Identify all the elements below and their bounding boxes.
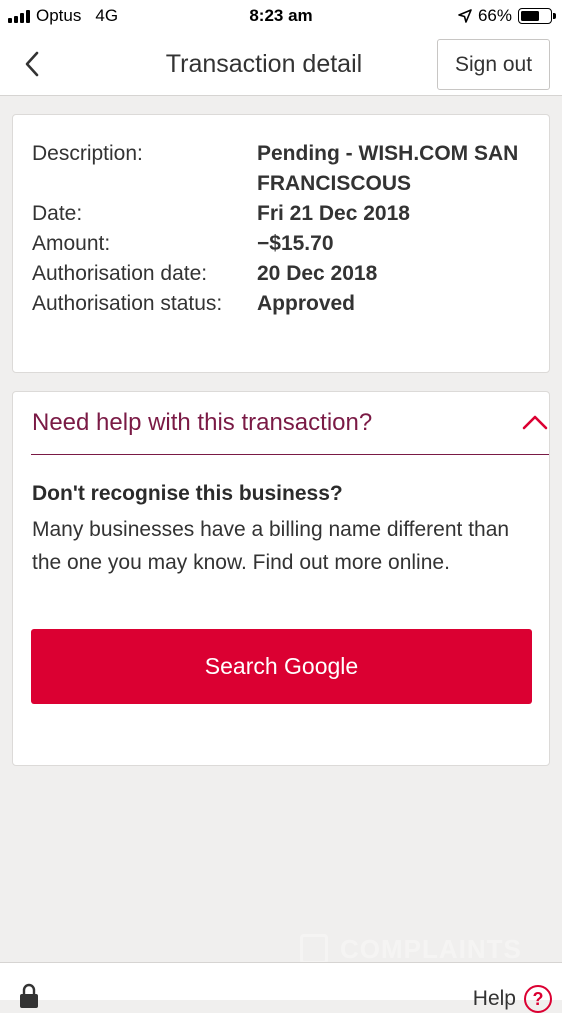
description-value: Pending - WISH.COM SAN FRANCISCOUS (257, 142, 519, 195)
battery-icon (518, 8, 556, 24)
help-card: Need help with this transaction? Don't r… (12, 391, 550, 766)
transaction-details-card: Description: Pending - WISH.COM SAN FRAN… (12, 114, 550, 373)
amount-value: −$15.70 (257, 232, 334, 255)
watermark-text: COMPLAINTS (340, 934, 522, 964)
auth-date-value: 20 Dec 2018 (257, 262, 378, 285)
nav-bar: Transaction detail Sign out (0, 32, 562, 96)
date-value: Fri 21 Dec 2018 (257, 202, 410, 225)
help-link[interactable]: Help ? (473, 985, 552, 1013)
description-label: Description: (32, 142, 143, 165)
status-right: 66% (458, 6, 556, 26)
sign-out-button[interactable]: Sign out (437, 39, 550, 90)
bottom-bar: Help ? (0, 962, 562, 1013)
chevron-up-icon[interactable] (521, 412, 549, 432)
location-arrow-icon (458, 9, 472, 23)
help-title: Need help with this transaction? (32, 409, 373, 436)
help-circle-icon: ? (524, 985, 552, 1013)
battery-percent: 66% (477, 6, 512, 25)
auth-status-label: Authorisation status: (32, 292, 223, 315)
auth-status-value: Approved (257, 292, 356, 315)
watermark-logo-icon (300, 934, 328, 964)
battery-fill (521, 11, 540, 21)
search-google-button[interactable]: Search Google (31, 629, 532, 704)
lock-icon (20, 983, 38, 1008)
help-text: Many businesses have a billing name diff… (32, 518, 510, 574)
amount-label: Amount: (32, 232, 111, 255)
help-question: Don't recognise this business? (32, 482, 343, 505)
status-bar: Optus 4G 8:23 am 66% (0, 0, 562, 32)
date-label: Date: (32, 202, 83, 225)
auth-date-label: Authorisation date: (32, 262, 208, 285)
help-link-label: Help (472, 987, 516, 1010)
help-accordion-header[interactable]: Need help with this transaction? (31, 392, 549, 455)
